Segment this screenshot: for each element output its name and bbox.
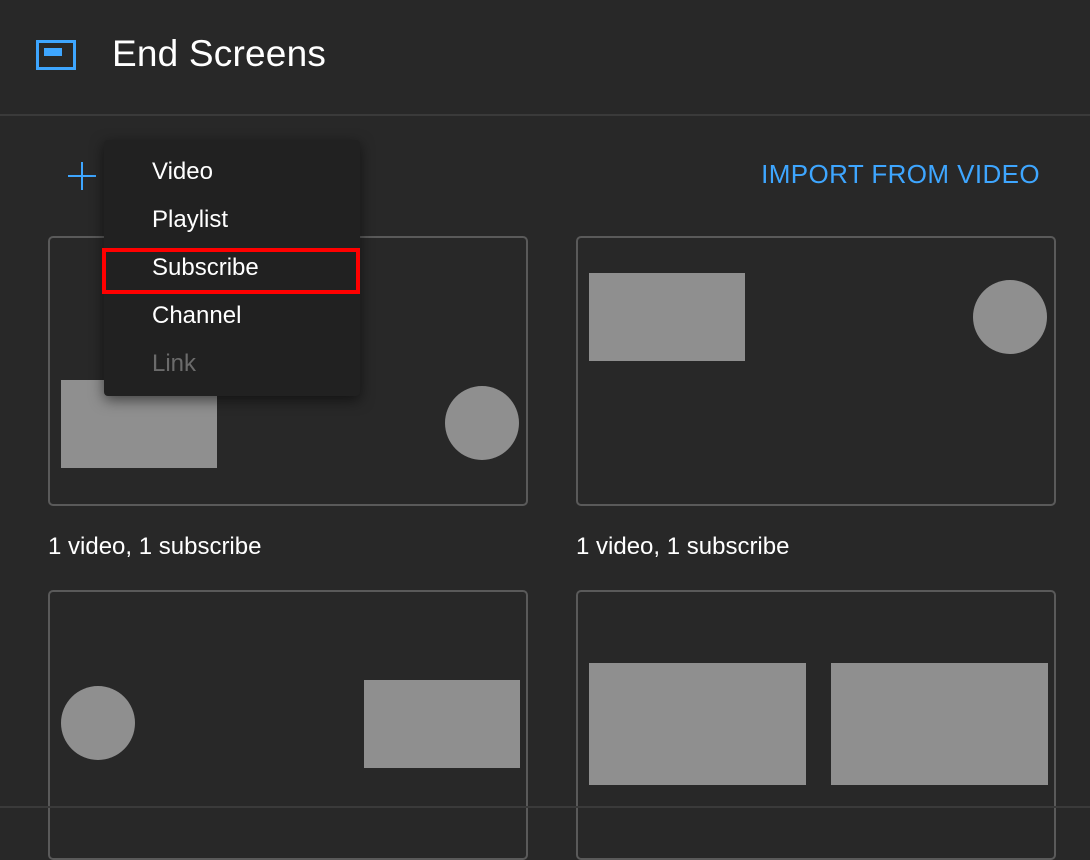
- menu-item-subscribe[interactable]: Subscribe: [102, 244, 360, 294]
- subscribe-element-placeholder: [61, 686, 135, 760]
- menu-item-link: Link: [152, 350, 197, 377]
- header: End Screens: [0, 0, 1090, 116]
- template-card-2[interactable]: [576, 236, 1056, 506]
- template-card-4[interactable]: [576, 590, 1056, 860]
- subscribe-element-placeholder: [445, 386, 519, 460]
- menu-item-playlist[interactable]: Playlist: [104, 196, 360, 244]
- add-element-dropdown: Video Playlist Subscribe Channel Link: [102, 140, 360, 396]
- import-from-video-button[interactable]: IMPORT FROM VIDEO: [761, 159, 1040, 190]
- template-card-2-caption: 1 video, 1 subscribe: [576, 533, 790, 560]
- video-element-placeholder: [831, 663, 1048, 785]
- divider: [0, 806, 1090, 808]
- template-card-1-caption: 1 video, 1 subscribe: [48, 533, 262, 560]
- video-element-placeholder: [589, 273, 745, 361]
- video-element-placeholder: [589, 663, 806, 785]
- video-element-placeholder: [364, 680, 520, 768]
- plus-icon[interactable]: [66, 160, 98, 192]
- end-screen-icon: [36, 40, 76, 70]
- template-card-3[interactable]: [48, 590, 528, 860]
- subscribe-element-placeholder: [973, 280, 1047, 354]
- page-title: End Screens: [112, 33, 327, 74]
- menu-item-video[interactable]: Video: [104, 148, 360, 196]
- menu-item-channel[interactable]: Channel: [104, 292, 360, 340]
